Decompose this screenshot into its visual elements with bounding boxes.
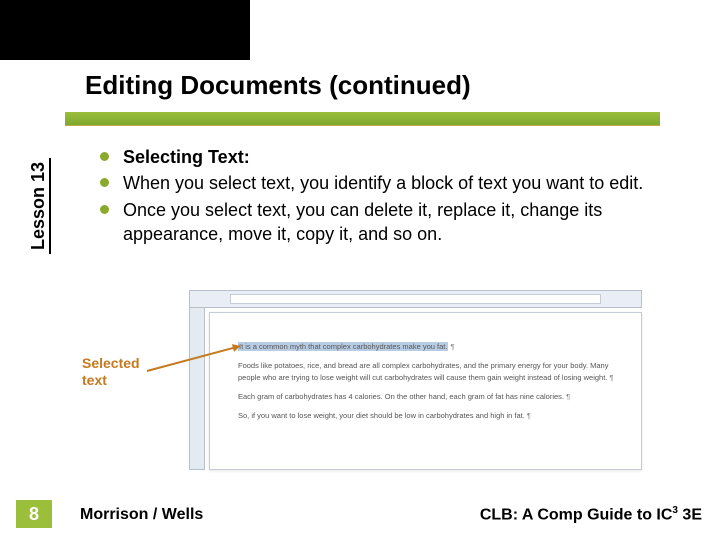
- vertical-ruler: [189, 290, 205, 470]
- footer-authors: Morrison / Wells: [80, 506, 203, 524]
- footer: 8 Morrison / Wells CLB: A Comp Guide to …: [0, 500, 720, 528]
- bullet-item: Once you select text, you can delete it,…: [100, 198, 680, 247]
- doc-paragraph: Foods like potatoes, rice, and bread are…: [238, 360, 619, 384]
- document-page: It is a common myth that complex carbohy…: [209, 312, 642, 470]
- callout-line2: text: [82, 372, 107, 388]
- document-figure: It is a common myth that complex carbohy…: [82, 290, 642, 470]
- bullet-icon: [100, 205, 109, 214]
- book-prefix: CLB: A Comp Guide to IC: [480, 506, 673, 523]
- bullet-item: Selecting Text:: [100, 145, 680, 169]
- callout-line1: Selected: [82, 355, 140, 371]
- lesson-label: Lesson 13: [28, 162, 49, 250]
- doc-paragraph: Each gram of carbohydrates has 4 calorie…: [238, 391, 619, 403]
- footer-book-title: CLB: A Comp Guide to IC3 3E: [480, 505, 702, 524]
- bullet-list: Selecting Text: When you select text, yo…: [100, 145, 680, 248]
- bullet-icon: [100, 178, 109, 187]
- slide-title: Editing Documents (continued): [85, 70, 685, 101]
- bullet-icon: [100, 152, 109, 161]
- bullet-text: Once you select text, you can delete it,…: [123, 198, 680, 247]
- bullet-item: When you select text, you identify a blo…: [100, 171, 680, 195]
- bullet-text: When you select text, you identify a blo…: [123, 171, 643, 195]
- corner-block: [0, 0, 250, 60]
- selected-text-highlight: It is a common myth that complex carbohy…: [238, 342, 448, 351]
- horizontal-ruler: [189, 290, 642, 308]
- book-suffix: 3E: [678, 506, 702, 523]
- doc-paragraph: So, if you want to lose weight, your die…: [238, 410, 619, 422]
- page-number: 8: [16, 500, 52, 528]
- doc-paragraph-selected: It is a common myth that complex carbohy…: [238, 341, 619, 353]
- title-underline: [65, 112, 660, 126]
- bullet-text: Selecting Text:: [123, 145, 250, 169]
- callout-label: Selected text: [82, 355, 160, 389]
